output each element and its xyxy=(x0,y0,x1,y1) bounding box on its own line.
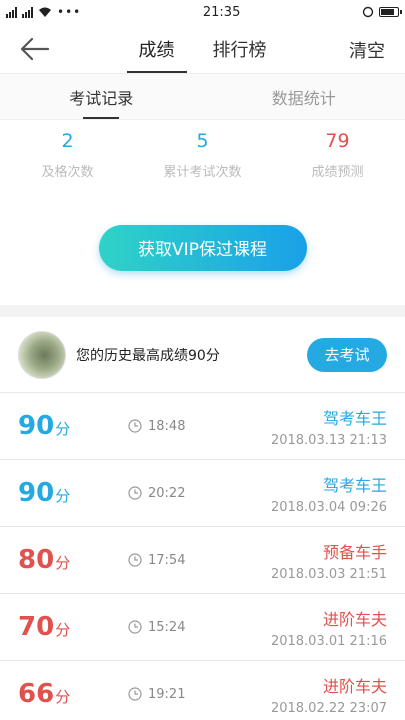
record-score: 90分 xyxy=(18,478,128,508)
stat-total-exams: 5 累计考试次数 xyxy=(135,130,270,190)
exam-record-row[interactable]: 70分 15:24 进阶车夫 2018.03.01 21:16 xyxy=(0,594,405,661)
record-info: 进阶车夫 2018.03.01 21:16 xyxy=(271,606,387,649)
best-score-banner: 您的历史最高成绩90分 去考试 xyxy=(0,317,405,393)
score-unit: 分 xyxy=(55,621,71,639)
record-score: 90分 xyxy=(18,411,128,441)
record-info: 驾考车王 2018.03.13 21:13 xyxy=(271,405,387,448)
record-date: 2018.03.01 21:16 xyxy=(270,633,387,649)
record-info: 驾考车王 2018.03.04 09:26 xyxy=(271,472,387,515)
score-value: 70 xyxy=(18,612,55,642)
record-info: 预备车手 2018.03.03 21:51 xyxy=(271,539,387,582)
record-score: 70分 xyxy=(18,612,128,642)
record-duration: 18:48 xyxy=(128,419,185,434)
get-vip-course-button[interactable]: 获取VIP保过课程 xyxy=(98,224,307,271)
clock-icon xyxy=(128,553,142,567)
record-duration: 17:54 xyxy=(128,553,185,568)
status-time: 21:35 xyxy=(202,4,241,20)
nav-tabs: 成绩 排行榜 xyxy=(126,24,275,73)
clock-icon xyxy=(128,486,142,500)
back-arrow-icon[interactable] xyxy=(20,36,50,62)
stat-pass-count: 2 及格次数 xyxy=(0,130,135,190)
score-value: 80 xyxy=(18,545,55,575)
record-duration: 19:21 xyxy=(128,687,185,702)
signal-icon xyxy=(6,6,17,18)
tab-ranking[interactable]: 排行榜 xyxy=(205,24,275,73)
status-left: ••• xyxy=(6,5,81,19)
record-title: 预备车手 xyxy=(322,542,387,562)
score-unit: 分 xyxy=(55,420,71,438)
vip-section: 获取VIP保过课程 xyxy=(0,190,405,305)
sub-tabs: 考试记录 数据统计 xyxy=(0,74,405,120)
record-score: 80分 xyxy=(18,545,128,575)
take-exam-button[interactable]: 去考试 xyxy=(307,337,387,372)
alarm-icon xyxy=(362,6,374,18)
record-title: 驾考车王 xyxy=(322,475,387,495)
best-score-text: 您的历史最高成绩90分 xyxy=(76,347,220,364)
record-duration: 20:22 xyxy=(128,486,185,501)
exam-record-row[interactable]: 90分 18:48 驾考车王 2018.03.13 21:13 xyxy=(0,393,405,460)
score-value: 90 xyxy=(18,411,55,441)
avatar[interactable] xyxy=(18,330,66,379)
exam-record-row[interactable]: 90分 20:22 驾考车王 2018.03.04 09:26 xyxy=(0,460,405,527)
subtab-exam-records[interactable]: 考试记录 xyxy=(0,74,203,119)
record-duration: 15:24 xyxy=(128,620,185,635)
score-unit: 分 xyxy=(55,554,71,572)
duration-text: 15:24 xyxy=(148,619,186,635)
record-date: 2018.02.22 23:07 xyxy=(270,700,387,716)
more-dots-icon: ••• xyxy=(57,5,82,19)
stats-panel: 2 及格次数 5 累计考试次数 79 成绩预测 xyxy=(0,120,405,190)
stat-score-prediction: 79 成绩预测 xyxy=(270,130,405,190)
duration-text: 20:22 xyxy=(148,485,186,501)
record-date: 2018.03.03 21:51 xyxy=(270,566,387,582)
record-date: 2018.03.04 09:26 xyxy=(270,499,387,515)
stat-label: 及格次数 xyxy=(41,165,94,180)
battery-icon xyxy=(378,7,402,17)
exam-record-list: 90分 18:48 驾考车王 2018.03.13 21:13 90分 20:2… xyxy=(0,393,405,720)
record-score: 66分 xyxy=(18,679,128,709)
stat-value: 79 xyxy=(325,130,350,152)
exam-record-row[interactable]: 80分 17:54 预备车手 2018.03.03 21:51 xyxy=(0,527,405,594)
signal-icon-2 xyxy=(22,6,33,18)
duration-text: 17:54 xyxy=(148,552,186,568)
top-nav: 成绩 排行榜 清空 xyxy=(0,24,405,74)
duration-text: 19:21 xyxy=(148,686,186,702)
score-value: 66 xyxy=(18,679,55,709)
stat-value: 5 xyxy=(196,130,209,152)
duration-text: 18:48 xyxy=(148,418,186,434)
subtab-statistics[interactable]: 数据统计 xyxy=(203,74,405,119)
record-title: 驾考车王 xyxy=(322,408,387,428)
clock-icon xyxy=(128,687,142,701)
clock-icon xyxy=(128,620,142,634)
record-title: 进阶车夫 xyxy=(322,676,387,696)
stat-value: 2 xyxy=(61,130,74,152)
status-right xyxy=(362,6,402,18)
clock-icon xyxy=(128,419,142,433)
clear-button[interactable]: 清空 xyxy=(349,37,385,63)
wifi-icon xyxy=(39,7,51,17)
score-unit: 分 xyxy=(55,487,71,505)
exam-record-row[interactable]: 66分 19:21 进阶车夫 2018.02.22 23:07 xyxy=(0,661,405,720)
score-value: 90 xyxy=(18,478,55,508)
status-bar: ••• 21:35 xyxy=(0,0,405,24)
score-unit: 分 xyxy=(55,688,71,706)
tab-scores[interactable]: 成绩 xyxy=(126,24,187,73)
record-info: 进阶车夫 2018.02.22 23:07 xyxy=(271,673,387,716)
section-divider xyxy=(0,305,405,317)
record-title: 进阶车夫 xyxy=(322,609,387,629)
stat-label: 累计考试次数 xyxy=(163,165,242,180)
stat-label: 成绩预测 xyxy=(311,165,364,180)
record-date: 2018.03.13 21:13 xyxy=(270,432,387,448)
